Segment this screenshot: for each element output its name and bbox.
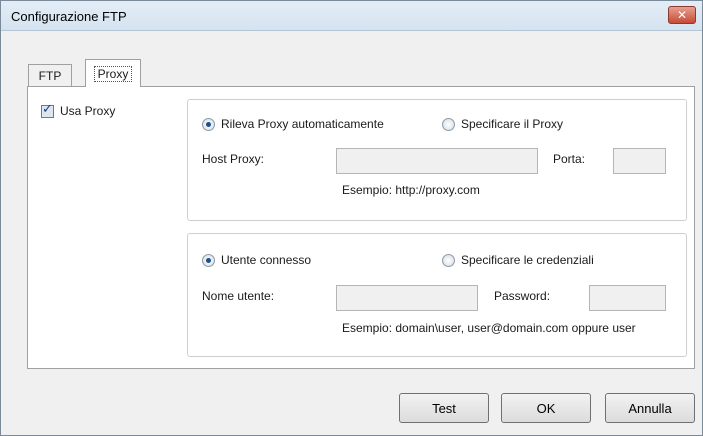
ok-button-label: OK xyxy=(536,400,556,416)
radio-button-checked[interactable] xyxy=(202,117,215,131)
radio-specify-credentials-label: Specificare le credenziali xyxy=(461,253,594,267)
radio-button-checked[interactable] xyxy=(202,253,215,267)
title-bar: Configurazione FTP ✕ xyxy=(1,1,702,31)
dialog-window: Configurazione FTP ✕ FTP Proxy ✓ Usa Pro… xyxy=(0,0,703,436)
use-proxy-label: Usa Proxy xyxy=(60,104,116,118)
tab-proxy[interactable]: Proxy xyxy=(85,59,141,87)
radio-specify-proxy-label: Specificare il Proxy xyxy=(461,117,564,131)
port-input[interactable] xyxy=(613,148,666,174)
radio-connected-user-label: Utente connesso xyxy=(221,253,312,267)
test-button[interactable]: Test xyxy=(399,393,489,423)
use-proxy-checkbox-row[interactable]: ✓ Usa Proxy xyxy=(41,101,116,118)
radio-auto-detect-label: Rileva Proxy automaticamente xyxy=(221,117,384,131)
test-button-label: Test xyxy=(432,400,456,416)
username-input[interactable] xyxy=(336,285,478,311)
cancel-button[interactable]: Annulla xyxy=(605,393,695,423)
port-label: Porta: xyxy=(553,152,586,166)
tab-ftp-label: FTP xyxy=(38,68,62,83)
radio-button[interactable] xyxy=(442,253,455,267)
proxy-example-hint: Esempio: http://proxy.com xyxy=(342,183,480,197)
tab-ftp[interactable]: FTP xyxy=(28,64,72,86)
host-proxy-input[interactable] xyxy=(336,148,538,174)
radio-auto-detect-proxy[interactable]: Rileva Proxy automaticamente xyxy=(202,117,384,131)
cancel-button-label: Annulla xyxy=(628,400,672,416)
radio-specify-credentials[interactable]: Specificare le credenziali xyxy=(442,253,594,267)
close-button[interactable]: ✕ xyxy=(668,6,696,24)
username-label: Nome utente: xyxy=(202,289,275,303)
radio-button[interactable] xyxy=(442,117,455,131)
radio-connected-user[interactable]: Utente connesso xyxy=(202,253,311,267)
checkmark-icon: ✓ xyxy=(42,101,53,117)
credentials-example-hint: Esempio: domain\user, user@domain.com op… xyxy=(342,321,636,335)
close-icon: ✕ xyxy=(676,8,688,22)
window-title: Configurazione FTP xyxy=(11,9,127,24)
password-label: Password: xyxy=(494,289,551,303)
password-input[interactable] xyxy=(589,285,666,311)
tab-proxy-label: Proxy xyxy=(93,65,133,82)
host-proxy-label: Host Proxy: xyxy=(202,152,265,166)
ok-button[interactable]: OK xyxy=(501,393,591,423)
radio-specify-proxy[interactable]: Specificare il Proxy xyxy=(442,117,563,131)
use-proxy-checkbox[interactable]: ✓ xyxy=(41,101,54,118)
